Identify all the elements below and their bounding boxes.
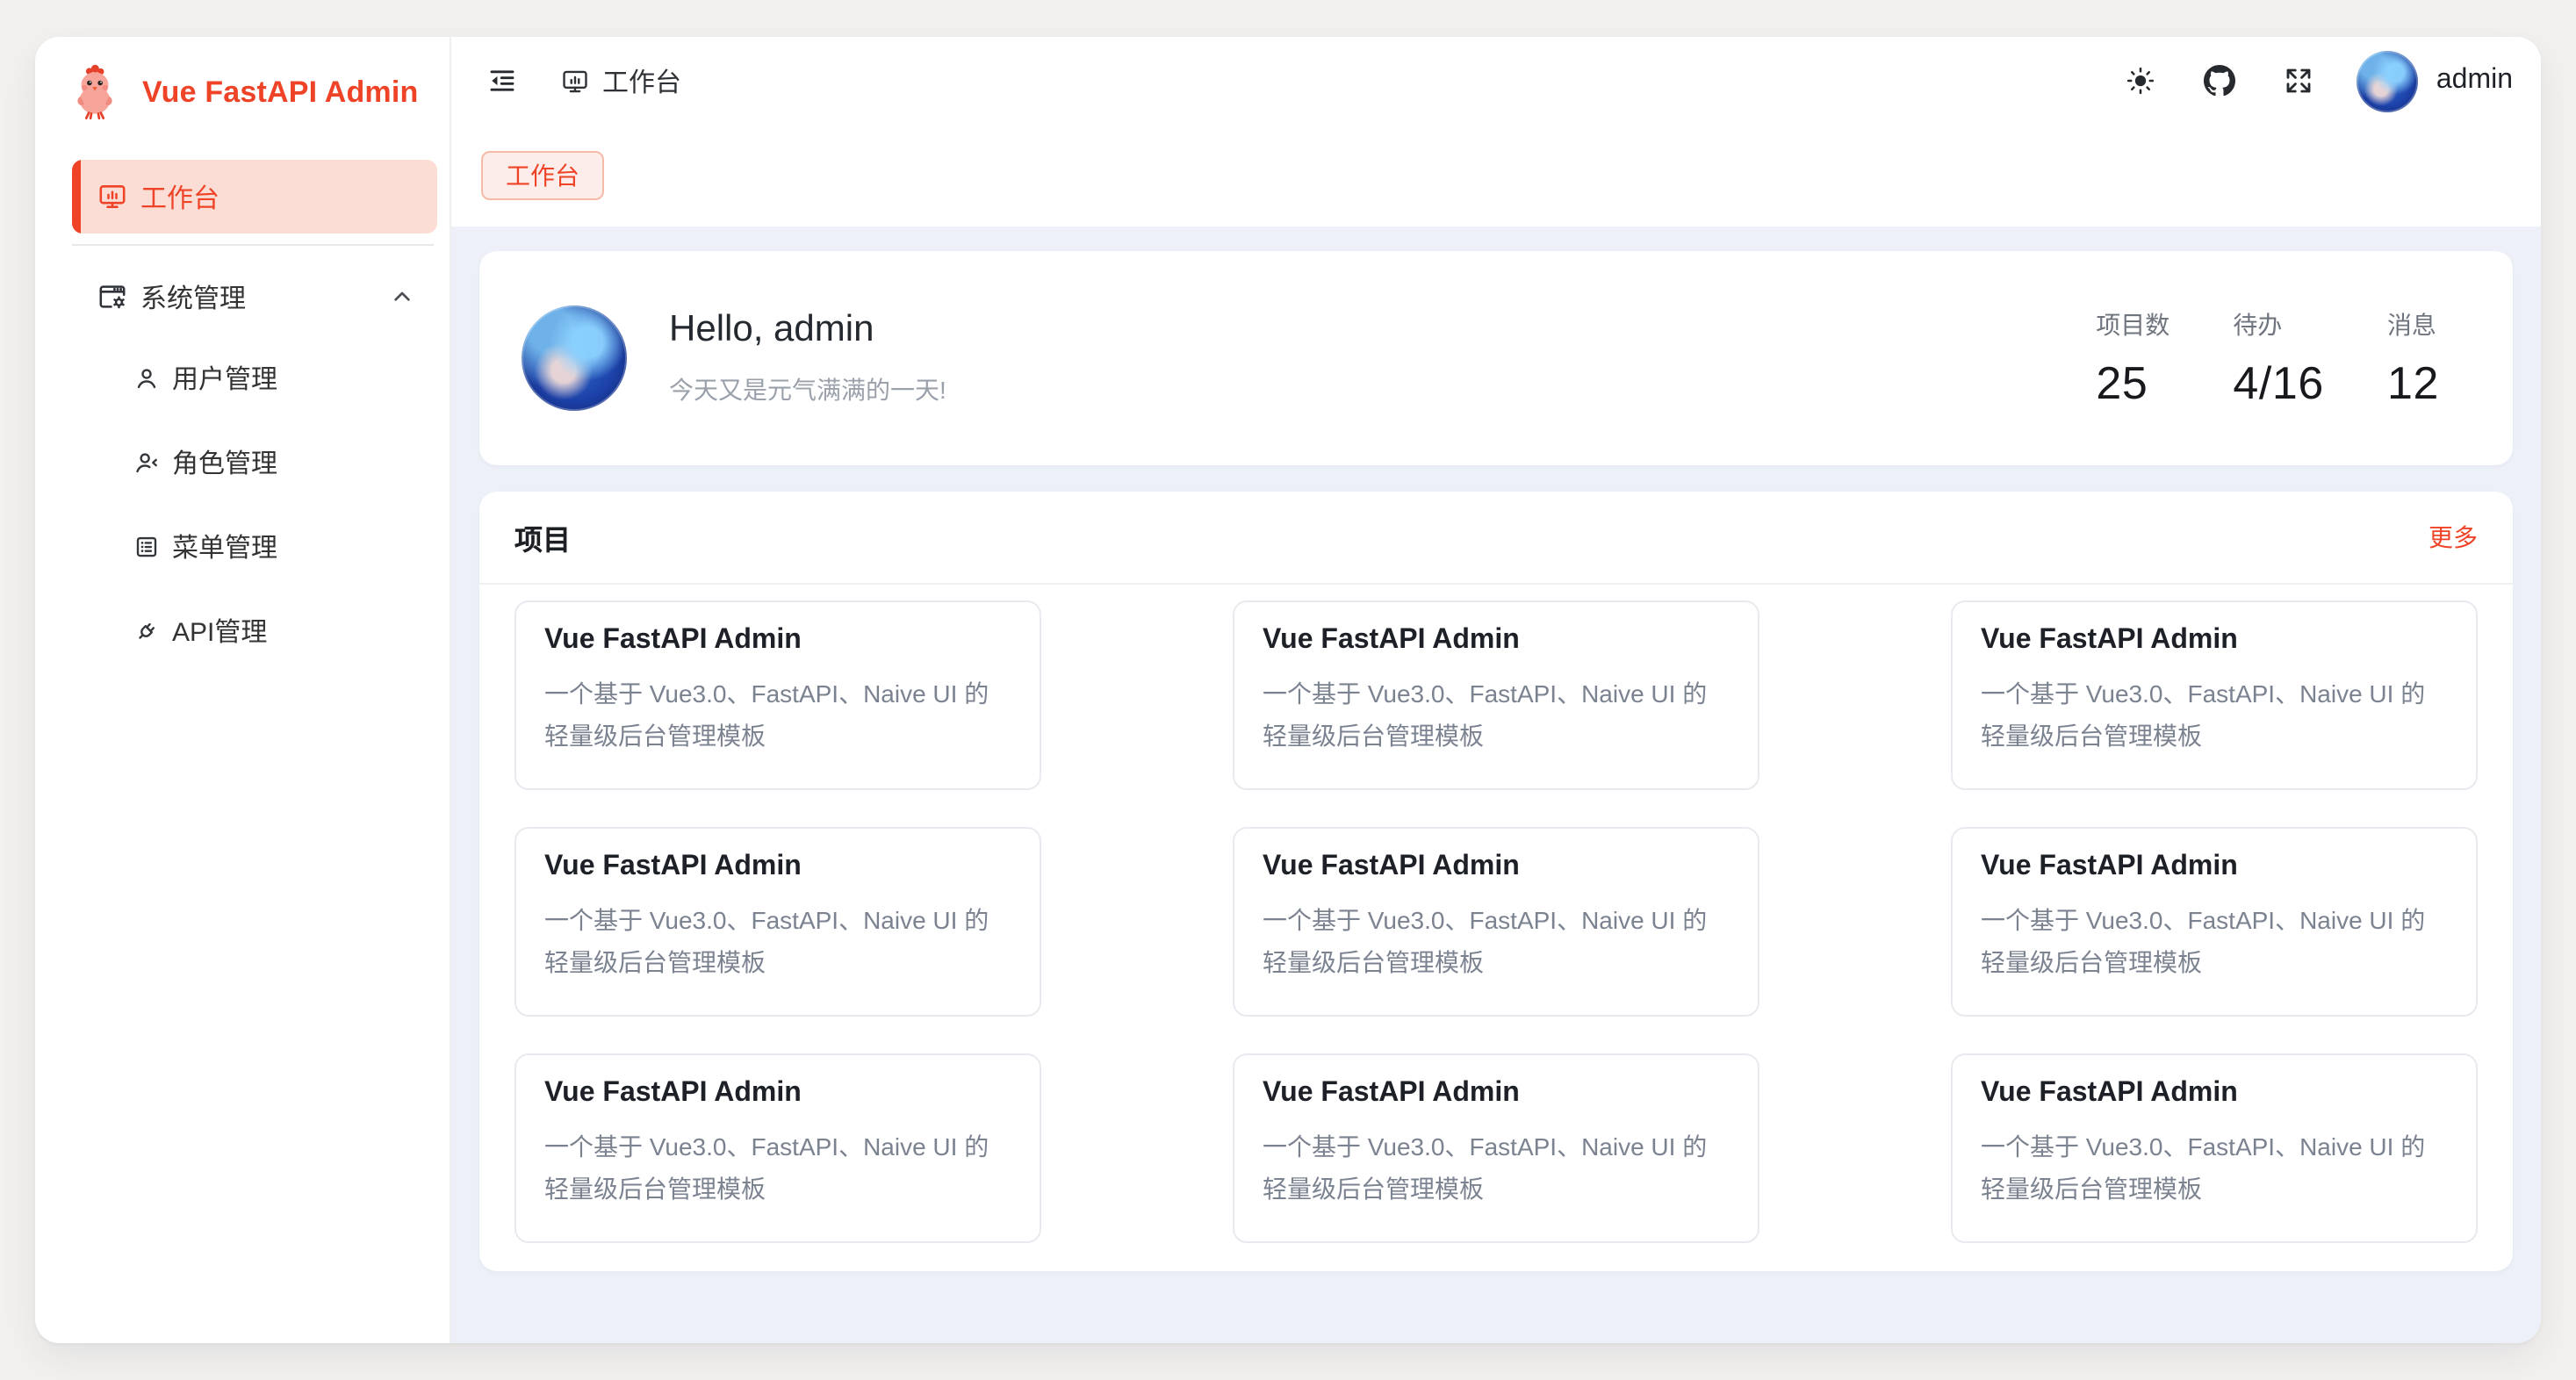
- sidebar-item-label: 工作台: [140, 178, 219, 215]
- project-card-title: Vue FastAPI Admin: [544, 852, 1011, 883]
- sidebar-item-menu-management[interactable]: 菜单管理: [72, 509, 437, 583]
- username: admin: [2436, 65, 2513, 97]
- more-link[interactable]: 更多: [2428, 520, 2478, 555]
- workbench-monitor-icon: [560, 66, 590, 96]
- menu-divider: [72, 244, 434, 246]
- project-card-desc: 一个基于 Vue3.0、FastAPI、Naive UI 的轻量级后台管理模板: [1981, 899, 2448, 983]
- user-icon: [133, 364, 160, 391]
- project-card-desc: 一个基于 Vue3.0、FastAPI、Naive UI 的轻量级后台管理模板: [1981, 672, 2448, 757]
- role-icon: [133, 449, 160, 475]
- sidebar-item-api-management[interactable]: API管理: [72, 593, 437, 667]
- project-card-desc: 一个基于 Vue3.0、FastAPI、Naive UI 的轻量级后台管理模板: [1981, 1125, 2448, 1210]
- system-settings-icon: [97, 281, 128, 313]
- project-card-desc: 一个基于 Vue3.0、FastAPI、Naive UI 的轻量级后台管理模板: [1263, 1125, 1730, 1210]
- project-card-title: Vue FastAPI Admin: [1263, 1078, 1730, 1110]
- project-card-desc: 一个基于 Vue3.0、FastAPI、Naive UI 的轻量级后台管理模板: [1263, 672, 1730, 757]
- fullscreen-button[interactable]: [2278, 60, 2321, 102]
- tags-bar: 工作台: [451, 125, 2541, 226]
- app-title: Vue FastAPI Admin: [142, 75, 419, 111]
- sidebar-item-workbench[interactable]: 工作台: [72, 160, 437, 234]
- tag-workbench[interactable]: 工作台: [481, 151, 604, 200]
- api-plug-icon: [133, 617, 160, 643]
- expand-icon: [2284, 65, 2315, 97]
- sidebar-item-system-management[interactable]: 系统管理: [72, 260, 437, 334]
- projects-card: 项目 更多 Vue FastAPI Admin 一个基于 Vue3.0、Fast…: [479, 492, 2513, 1271]
- project-card[interactable]: Vue FastAPI Admin 一个基于 Vue3.0、FastAPI、Na…: [1951, 1053, 2478, 1243]
- project-card[interactable]: Vue FastAPI Admin 一个基于 Vue3.0、FastAPI、Na…: [514, 1053, 1041, 1243]
- project-card-desc: 一个基于 Vue3.0、FastAPI、Naive UI 的轻量级后台管理模板: [1263, 899, 1730, 983]
- workbench-monitor-icon: [97, 181, 128, 212]
- chick-logo-icon: [63, 61, 126, 125]
- projects-header: 项目 更多: [479, 492, 2513, 585]
- menu-fold-icon: [486, 65, 518, 97]
- project-card[interactable]: Vue FastAPI Admin 一个基于 Vue3.0、FastAPI、Na…: [514, 827, 1041, 1017]
- project-card-title: Vue FastAPI Admin: [544, 1078, 1011, 1110]
- project-card-title: Vue FastAPI Admin: [1981, 1078, 2448, 1110]
- github-link-button[interactable]: [2199, 60, 2241, 102]
- sidebar-menu: 工作台 系统管理: [35, 149, 450, 678]
- sidebar-item-label: API管理: [172, 612, 267, 649]
- user-avatar: [2357, 50, 2419, 111]
- project-card[interactable]: Vue FastAPI Admin 一个基于 Vue3.0、FastAPI、Na…: [1951, 600, 2478, 790]
- stat-projects: 项目数 25: [2096, 306, 2169, 410]
- project-card-title: Vue FastAPI Admin: [544, 625, 1011, 657]
- sidebar-item-label: 用户管理: [172, 359, 277, 396]
- project-card[interactable]: Vue FastAPI Admin 一个基于 Vue3.0、FastAPI、Na…: [1233, 827, 1759, 1017]
- sidebar-item-label: 菜单管理: [172, 528, 277, 564]
- breadcrumb-label: 工作台: [602, 62, 681, 99]
- user-menu[interactable]: admin: [2357, 50, 2513, 111]
- project-card-desc: 一个基于 Vue3.0、FastAPI、Naive UI 的轻量级后台管理模板: [544, 672, 1011, 757]
- project-card-title: Vue FastAPI Admin: [1263, 852, 1730, 883]
- header: 工作台: [451, 37, 2541, 125]
- project-card[interactable]: Vue FastAPI Admin 一个基于 Vue3.0、FastAPI、Na…: [1233, 600, 1759, 790]
- sidebar-item-label: 角色管理: [172, 443, 277, 480]
- sidebar-item-label: 系统管理: [140, 278, 246, 315]
- app-logo[interactable]: Vue FastAPI Admin: [35, 37, 450, 149]
- project-card-title: Vue FastAPI Admin: [1981, 852, 2448, 883]
- project-card[interactable]: Vue FastAPI Admin 一个基于 Vue3.0、FastAPI、Na…: [1951, 827, 2478, 1017]
- welcome-avatar: [522, 305, 627, 411]
- greeting-subtitle: 今天又是元气满满的一天!: [669, 372, 946, 407]
- projects-grid: Vue FastAPI Admin 一个基于 Vue3.0、FastAPI、Na…: [479, 585, 2513, 1271]
- content-area: Hello, admin 今天又是元气满满的一天! 项目数 25 待办 4/16: [451, 226, 2541, 1343]
- stat-label: 项目数: [2096, 306, 2169, 341]
- stat-value: 4/16: [2233, 356, 2324, 410]
- app-window: Vue FastAPI Admin 工作台: [35, 37, 2541, 1343]
- stat-value: 25: [2096, 356, 2169, 410]
- stat-value: 12: [2387, 356, 2439, 410]
- sidebar-item-role-management[interactable]: 角色管理: [72, 425, 437, 499]
- stat-label: 消息: [2387, 306, 2439, 341]
- project-card-title: Vue FastAPI Admin: [1263, 625, 1730, 657]
- stat-todos: 待办 4/16: [2233, 306, 2324, 410]
- menu-list-icon: [133, 533, 160, 559]
- tag-label: 工作台: [506, 158, 579, 193]
- project-card[interactable]: Vue FastAPI Admin 一个基于 Vue3.0、FastAPI、Na…: [1233, 1053, 1759, 1243]
- greeting-text: Hello, admin: [669, 309, 946, 351]
- main-area: 工作台: [451, 37, 2541, 1343]
- sidebar-submenu-system: 用户管理 角色管理: [72, 341, 437, 667]
- breadcrumb-workbench[interactable]: 工作台: [560, 62, 681, 99]
- project-card-desc: 一个基于 Vue3.0、FastAPI、Naive UI 的轻量级后台管理模板: [544, 899, 1011, 983]
- chevron-up-icon: [388, 283, 416, 311]
- sidebar-collapse-button[interactable]: [481, 60, 523, 102]
- theme-toggle-button[interactable]: [2120, 60, 2162, 102]
- sidebar: Vue FastAPI Admin 工作台: [35, 37, 451, 1343]
- stat-messages: 消息 12: [2387, 306, 2439, 410]
- github-icon: [2205, 65, 2236, 97]
- sun-icon: [2126, 65, 2157, 97]
- page: Vue FastAPI Admin 工作台: [0, 0, 2576, 1380]
- stat-label: 待办: [2233, 306, 2324, 341]
- sidebar-item-user-management[interactable]: 用户管理: [72, 341, 437, 414]
- projects-title: 项目: [514, 516, 571, 558]
- project-card-title: Vue FastAPI Admin: [1981, 625, 2448, 657]
- stats-group: 项目数 25 待办 4/16 消息 12: [2096, 306, 2439, 410]
- project-card-desc: 一个基于 Vue3.0、FastAPI、Naive UI 的轻量级后台管理模板: [544, 1125, 1011, 1210]
- project-card[interactable]: Vue FastAPI Admin 一个基于 Vue3.0、FastAPI、Na…: [514, 600, 1041, 790]
- welcome-card: Hello, admin 今天又是元气满满的一天! 项目数 25 待办 4/16: [479, 251, 2513, 465]
